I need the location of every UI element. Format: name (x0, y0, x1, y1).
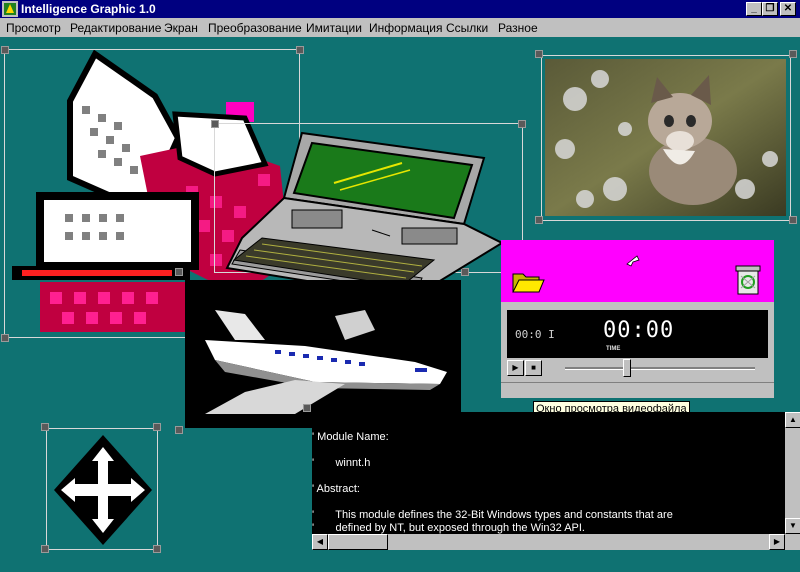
seek-track[interactable] (565, 367, 755, 370)
airplane-icon[interactable] (185, 280, 461, 428)
menu-bar: Просмотр Редактирование Экран Преобразов… (0, 18, 800, 37)
menu-misc[interactable]: Разное (498, 21, 538, 35)
vertical-scrollbar[interactable]: ▲ ▼ (785, 412, 800, 550)
resize-handle[interactable] (535, 216, 543, 224)
time-label: TIME (606, 346, 621, 352)
resize-handle[interactable] (41, 545, 49, 553)
app-logo-icon[interactable] (2, 1, 18, 17)
resize-handle[interactable] (41, 423, 49, 431)
folder-icon[interactable] (511, 268, 545, 296)
stop-button[interactable]: ■ (525, 360, 542, 376)
close-button[interactable]: ✕ (780, 2, 796, 16)
resize-handle[interactable] (535, 50, 543, 58)
code-line: ' Module Name: (312, 431, 389, 443)
resize-handle[interactable] (789, 216, 797, 224)
code-line: ' This module defines the 32-Bit Windows… (312, 509, 673, 521)
seek-slider-thumb[interactable] (623, 359, 632, 377)
code-line: ' Abstract: (312, 483, 360, 495)
code-viewer[interactable]: ' Module Name: ' winnt.h ' Abstract: ' T… (312, 412, 785, 550)
resize-handle[interactable] (1, 334, 9, 342)
menu-simulations[interactable]: Имитации (306, 21, 362, 35)
resize-handle[interactable] (296, 46, 304, 54)
minimize-button[interactable]: _ (746, 2, 762, 16)
frame-counter: 00:0 I (515, 328, 555, 341)
resize-handle[interactable] (153, 545, 161, 553)
scroll-thumb[interactable] (328, 534, 388, 550)
restore-button[interactable]: ❐ (762, 2, 778, 16)
title-bar: Intelligence Graphic 1.0 _ ❐ ✕ (0, 0, 800, 18)
video-status-bar (501, 382, 774, 399)
resize-handle[interactable] (211, 120, 219, 128)
resize-handle[interactable] (153, 423, 161, 431)
code-line: ' defined by NT, but exposed through the… (312, 522, 585, 534)
move-icon-selection-frame (46, 428, 158, 550)
menu-view[interactable]: Просмотр (6, 21, 61, 35)
menu-information[interactable]: Информация (369, 21, 442, 35)
time-display: 00:00 (603, 318, 675, 343)
resize-handle[interactable] (789, 50, 797, 58)
recycle-bin-icon[interactable] (733, 262, 763, 296)
menu-edit[interactable]: Редактирование (70, 21, 161, 35)
cursor-icon (626, 255, 640, 267)
resize-handle[interactable] (175, 426, 183, 434)
code-line: ' winnt.h (312, 457, 371, 469)
resize-handle[interactable] (518, 120, 526, 128)
kitten-selection-frame (541, 55, 791, 221)
resize-handle[interactable] (175, 268, 183, 276)
resize-handle[interactable] (303, 404, 311, 412)
menu-screen[interactable]: Экран (164, 21, 198, 35)
menu-transform[interactable]: Преобразование (208, 21, 302, 35)
scroll-left-button[interactable]: ◀ (312, 534, 328, 550)
video-display: 00:0 I 00:00 TIME (507, 310, 768, 358)
horizontal-scrollbar[interactable]: ◀ ▶ (312, 534, 785, 550)
resize-handle[interactable] (1, 46, 9, 54)
scroll-up-button[interactable]: ▲ (785, 412, 800, 428)
video-player-toolbar (501, 240, 774, 302)
scroll-right-button[interactable]: ▶ (769, 534, 785, 550)
video-player: 00:0 I 00:00 TIME ▶ ■ (501, 302, 774, 398)
play-button[interactable]: ▶ (507, 360, 524, 376)
window-title: Intelligence Graphic 1.0 (21, 2, 156, 16)
menu-links[interactable]: Ссылки (446, 21, 488, 35)
scroll-down-button[interactable]: ▼ (785, 518, 800, 534)
